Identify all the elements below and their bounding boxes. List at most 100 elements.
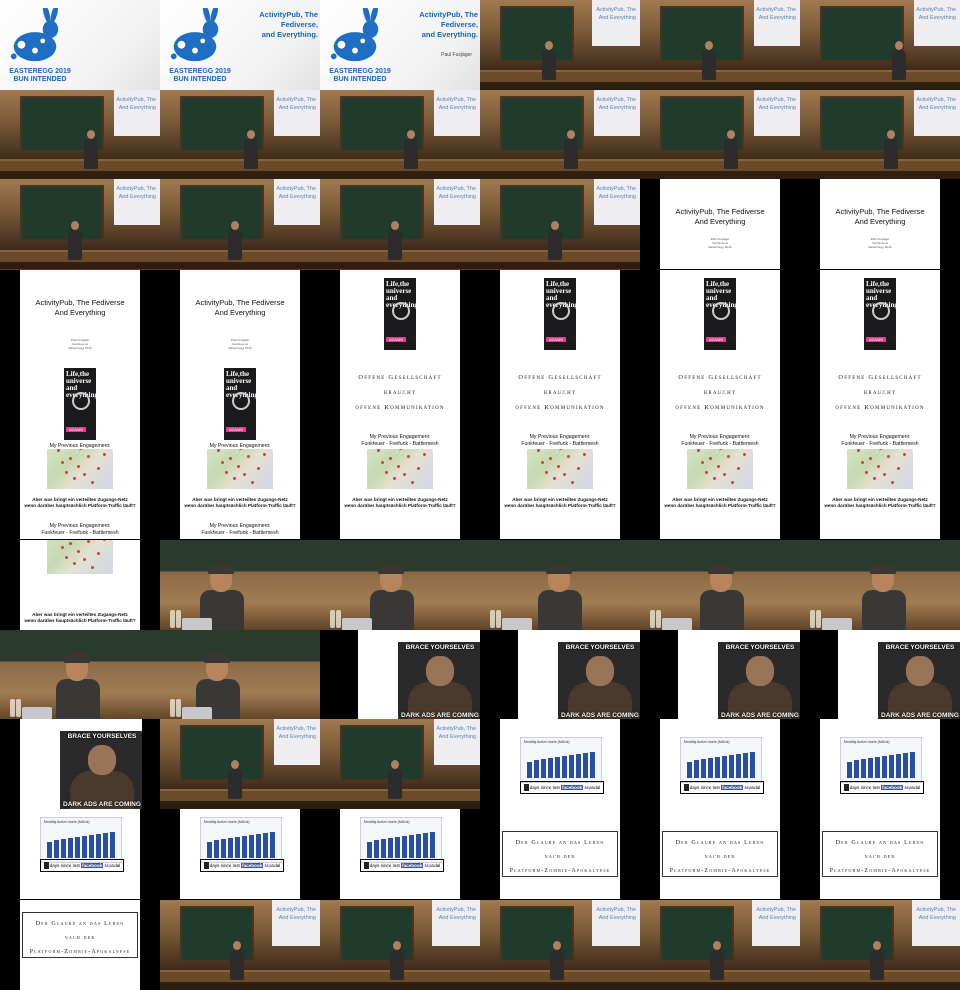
speaker-cap (64, 653, 90, 663)
lecture-desk (480, 159, 640, 171)
map-node (239, 449, 242, 450)
projection-screen: ActivityPub, The And Everything (754, 90, 800, 136)
slide-page: BRACE YOURSELVES DARK ADS ARE COMING (20, 719, 142, 809)
speaker (68, 221, 82, 260)
map-node (545, 471, 548, 474)
thumbnail-tile: ActivityPub, The And Everything (480, 900, 640, 990)
map-node (403, 473, 406, 476)
speaker-cap (546, 564, 572, 574)
map-node (65, 471, 68, 474)
thumbnail-tile: BRACE YOURSELVES DARK ADS ARE COMING (800, 630, 960, 719)
map-node (73, 477, 76, 480)
counter-pre: days since last (689, 785, 722, 790)
meme-face (426, 656, 454, 686)
glaube-line: Der Glaube an das Leben (35, 921, 125, 927)
screen-text: ActivityPub, The And Everything (436, 726, 476, 740)
counter-digit (843, 784, 849, 792)
gesellschaft-line: braucht (863, 389, 897, 396)
chart-bar (54, 840, 59, 858)
chalkboard (500, 185, 584, 241)
speaker (542, 41, 556, 80)
chart-bar (263, 833, 268, 858)
thumbnail-tile (800, 540, 960, 630)
bunny-logo-icon (170, 8, 219, 62)
map-node (91, 566, 94, 569)
chart-bar (562, 756, 567, 778)
book-author: ADAMS (706, 337, 726, 342)
gesellschaft-line: braucht (383, 389, 417, 396)
mesh-map (847, 449, 913, 489)
map-node (407, 455, 410, 458)
thumbnail-tile: Aber was bringt ein verteiltes Zugangs-N… (0, 540, 160, 630)
gesellschaft-line: braucht (543, 389, 577, 396)
book-cover: Life,the universe and everything ADAMS (224, 368, 258, 440)
slide-page: Offene Gesellschaft braucht offene Kommuni… (660, 360, 780, 449)
meme-face (586, 656, 614, 686)
thumbnail-tile: Aber was bringt ein verteiltes Zugangs-N… (320, 449, 480, 540)
meme-image: BRACE YOURSELVES DARK ADS ARE COMING (718, 642, 800, 719)
meme-bottom-text: DARK ADS ARE COMING (63, 801, 141, 808)
screen-text: ActivityPub, The And Everything (276, 907, 316, 921)
engagement-caption: My Previous Engagement: Funkfeuer - Frei… (361, 434, 439, 447)
gesellschaft-line: Offene Gesellschaft (678, 374, 762, 381)
counter-digit (363, 862, 369, 870)
map-node (541, 461, 544, 464)
map-node (77, 550, 80, 553)
thumbnail-tile: Monthly Active Users (MAUs) days since la… (800, 719, 960, 809)
gesellschaft-line: offene Kommunikation (515, 404, 605, 411)
book-illustration (232, 392, 250, 410)
map-node (65, 556, 68, 559)
chart-bar (541, 759, 546, 778)
laptop (822, 618, 852, 630)
lecture-desk (480, 70, 640, 82)
slide-page: ActivityPub, The Fediverse And Everythin… (20, 270, 140, 360)
projection-screen: ActivityPub, The And Everything (272, 900, 320, 946)
lecture-desk (0, 159, 160, 171)
chalkboard (500, 6, 574, 62)
thumbnail-tile: ActivityPub, The And Everything (480, 90, 640, 179)
facebook-scandal-counter: days since last facebook scandal (840, 781, 924, 794)
slide-page: ActivityPub, The Fediverse And Everythin… (820, 179, 940, 269)
map-node (103, 453, 106, 456)
slide-title: ActivityPub, The Fediverse, and Everythi… (259, 10, 318, 39)
speaker-body (862, 590, 906, 630)
facebook-scandal-counter: days since last facebook scandal (40, 859, 124, 872)
projection-screen: ActivityPub, The And Everything (274, 179, 320, 225)
speaker-body (538, 590, 582, 630)
facebook-logo: facebook (881, 785, 904, 790)
map-node (225, 471, 228, 474)
event-logo-text: EASTEREGG 2019 BUN INTENDED (9, 68, 71, 83)
book-cover: Life,the universe and everything ADAMS (704, 278, 738, 350)
gesellschaft-line: braucht (703, 389, 737, 396)
speaker (710, 941, 724, 980)
question-caption: Aber was bringt ein verteiltes Zugangs-N… (184, 497, 296, 508)
slide-page: BRACE YOURSELVES DARK ADS ARE COMING (518, 630, 640, 719)
bottle (810, 610, 815, 628)
glaube-line: Der Glaube an das Leben (515, 840, 605, 846)
slide-page: Der Glaube an das Leben nach der Platform-… (820, 809, 940, 899)
map-node (697, 449, 700, 452)
speaker (230, 941, 244, 980)
laptop (22, 707, 52, 719)
bottle (176, 699, 181, 717)
mau-chart: Monthly Active Users (MAUs) (200, 817, 282, 863)
speaker (564, 130, 578, 169)
chalkboard (340, 725, 424, 781)
engagement-caption: My Previous Engagement: Funkfeuer - Frei… (201, 523, 279, 536)
screen-text: ActivityPub, The And Everything (436, 907, 476, 921)
gesellschaft-line: offene Kommunikation (675, 404, 765, 411)
glaube-frame: Der Glaube an das Leben nach der Platform-… (22, 912, 138, 958)
chart-title: Monthly Active Users (MAUs) (364, 820, 410, 824)
chart-bar (75, 837, 80, 858)
projection-screen: ActivityPub, The And Everything (594, 179, 640, 225)
screen-text: ActivityPub, The And Everything (436, 97, 476, 111)
chart-bar (395, 837, 400, 858)
glaube-line: nach der (544, 854, 576, 860)
thumbnail-tile: BRACE YOURSELVES DARK ADS ARE COMING (480, 630, 640, 719)
map-node (77, 465, 80, 468)
glaube-line: Platform-Zombie-Apokalypse (829, 868, 931, 874)
thumbnail-tile: Der Glaube an das Leben nach der Platform-… (640, 809, 800, 900)
counter-post: scandal (103, 863, 121, 868)
facebook-logo: facebook (561, 785, 584, 790)
screen-text: ActivityPub, The And Everything (916, 97, 956, 111)
